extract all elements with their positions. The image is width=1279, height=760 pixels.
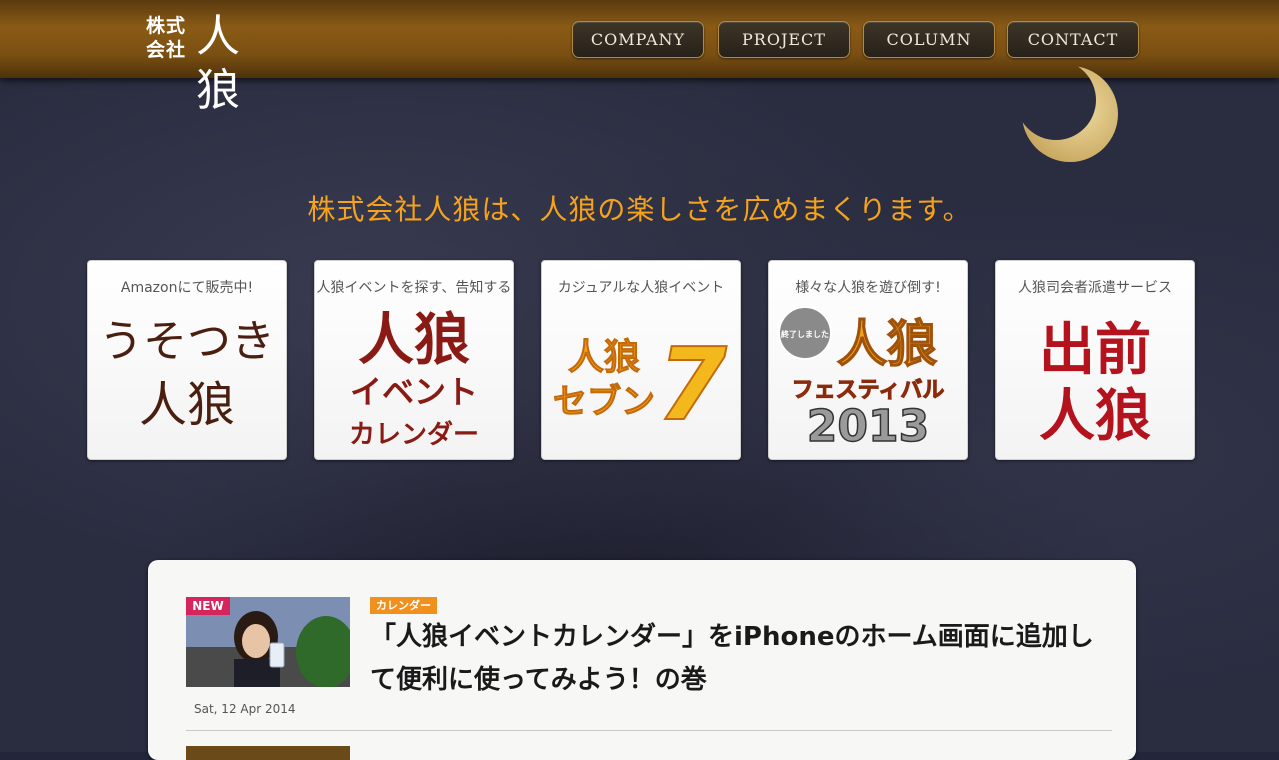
tile-art-text: 人狼	[568, 337, 640, 378]
tile-caption: カジュアルな人狼イベント	[557, 280, 725, 296]
next-entry-thumbnail[interactable]	[186, 746, 350, 760]
tile-jinrou-seven[interactable]: カジュアルな人狼イベント 人狼 セブン 7	[541, 260, 741, 460]
tile-event-calendar[interactable]: 人狼イベントを探す、告知する 人狼 イベント カレンダー	[314, 260, 514, 460]
nav-company-button[interactable]: COMPANY	[572, 21, 704, 58]
tile-art-text: 人狼	[837, 315, 937, 373]
tile-demae-jinrou[interactable]: 人狼司会者派遣サービス 出前 人狼	[995, 260, 1195, 460]
tile-usotsuki-jinrou[interactable]: Amazonにて販売中! うそつき 人狼	[87, 260, 287, 460]
entry-date: Sat, 12 Apr 2014	[194, 702, 296, 716]
nav-column-button[interactable]: COLUMN	[863, 21, 995, 58]
crescent-moon-icon	[1022, 66, 1118, 162]
tile-art-text: うそつき	[99, 316, 275, 367]
tile-caption: 人狼司会者派遣サービス	[1018, 280, 1172, 296]
tile-art-text: セブン	[553, 382, 655, 422]
tagline: 株式会社人狼は、人狼の楽しさを広めまくります。	[307, 193, 972, 226]
nav-contact-button[interactable]: CONTACT	[1007, 21, 1139, 58]
jinrou-festival-logo: 終了しました 人狼 フェスティバル 2013	[778, 306, 945, 451]
entry-thumbnail[interactable]: NEW	[186, 597, 350, 687]
event-calendar-logo: 人狼 イベント カレンダー	[349, 308, 479, 450]
tile-jinrou-festival[interactable]: 様々な人狼を遊び倒す! 終了しました 人狼 フェスティバル 2013	[768, 260, 968, 460]
usotsuki-jinrou-logo: うそつき 人狼	[99, 316, 275, 433]
category-tag[interactable]: カレンダー	[370, 597, 437, 614]
nav-project-button[interactable]: PROJECT	[718, 21, 850, 58]
entry-title-link[interactable]: 「人狼イベントカレンダー」をiPhoneのホーム画面に追加して便利に使ってみよう…	[370, 616, 1110, 702]
tile-art-text: イベント	[350, 373, 478, 411]
new-badge: NEW	[186, 597, 230, 615]
demae-jinrou-logo: 出前 人狼	[1039, 318, 1151, 449]
tile-art-text: 人狼	[358, 308, 470, 373]
site-logo[interactable]: 株式会社 人狼	[146, 11, 276, 116]
entry-divider	[186, 730, 1112, 731]
logo-jinrou-text: 人狼	[196, 11, 240, 116]
tile-art-text: カレンダー	[349, 419, 479, 450]
tile-caption: 人狼イベントを探す、告知する	[316, 280, 512, 296]
tile-art-text: 人狼	[1039, 384, 1151, 449]
tile-art-text: フェスティバル	[792, 378, 945, 403]
logo-company-text: 株式会社	[146, 15, 187, 61]
tile-art-text: 人狼	[139, 377, 235, 433]
tile-caption: Amazonにて販売中!	[120, 280, 254, 296]
tile-art-text: 7	[657, 326, 727, 443]
tile-art-text: 2013	[807, 401, 929, 451]
tile-caption: 様々な人狼を遊び倒す!	[795, 280, 941, 296]
jinrou-seven-logo: 人狼 セブン 7	[553, 325, 729, 444]
ended-badge-text: 終了しました	[781, 329, 829, 339]
news-panel: NEW Sat, 12 Apr 2014 カレンダー 「人狼イベントカレンダー」…	[148, 560, 1136, 760]
tile-art-text: 出前	[1039, 318, 1151, 383]
